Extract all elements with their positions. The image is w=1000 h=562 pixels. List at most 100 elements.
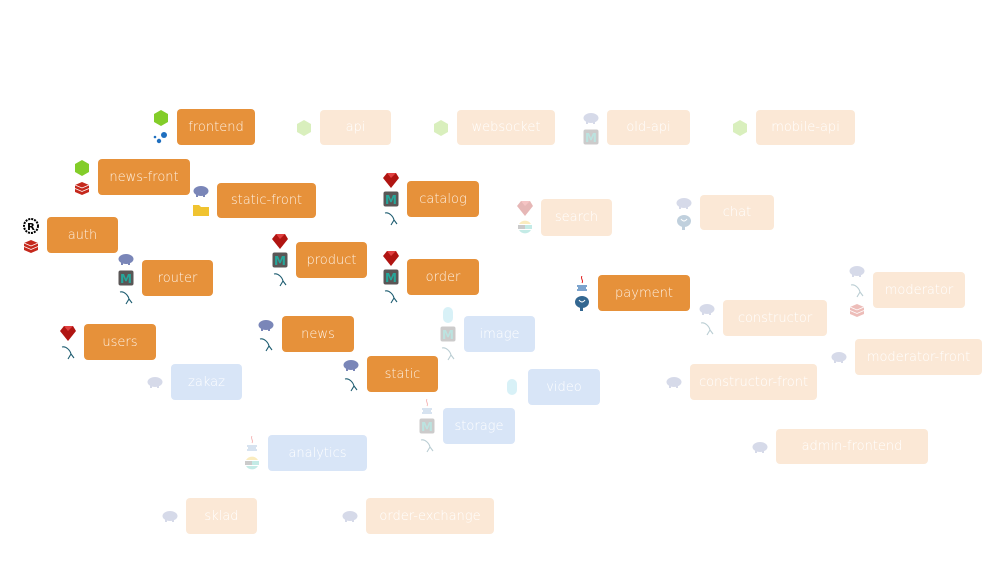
mysql-icon <box>343 376 359 392</box>
service-box[interactable]: frontend <box>177 109 255 145</box>
service-box[interactable]: sklad <box>186 498 257 534</box>
service-box[interactable]: auth <box>47 217 118 253</box>
service-box[interactable]: old-api <box>607 110 690 145</box>
mysql-icon <box>118 289 134 305</box>
service-box[interactable]: image <box>464 316 535 352</box>
mysql-icon <box>258 336 274 352</box>
service-box[interactable]: order <box>407 259 479 295</box>
tech-icons <box>732 119 748 136</box>
svg-text:M: M <box>421 420 433 434</box>
service-box[interactable]: news-front <box>98 159 190 195</box>
nodejs-icon <box>74 159 90 176</box>
tech-icons <box>574 275 590 311</box>
tech-icons <box>193 183 209 218</box>
java-icon <box>574 275 590 292</box>
php-icon <box>162 508 178 524</box>
elasticsearch-icon <box>517 219 533 235</box>
nodejs-icon <box>433 119 449 136</box>
tech-icons: M <box>583 110 599 145</box>
tech-icons <box>342 508 358 524</box>
service-box[interactable]: constructor <box>723 300 827 336</box>
go-icon <box>440 307 456 323</box>
service-box[interactable]: static-front <box>217 183 316 218</box>
tech-icons: M <box>383 250 399 304</box>
tech-icons: M <box>419 399 435 453</box>
postgresql-icon <box>676 214 692 230</box>
service-box[interactable]: moderator <box>873 272 965 308</box>
memcached-icon: M <box>440 326 456 342</box>
tech-icons <box>343 357 359 392</box>
service-box[interactable]: product <box>296 242 367 278</box>
php-icon <box>831 349 847 365</box>
postgresql-icon <box>574 295 590 311</box>
ruby-icon <box>517 200 533 216</box>
tech-icons <box>666 374 682 390</box>
memcached-icon: M <box>272 252 288 268</box>
service-box[interactable]: api <box>320 110 391 145</box>
php-icon <box>147 374 163 390</box>
memcached-icon: M <box>583 129 599 145</box>
service-box[interactable]: storage <box>443 408 515 444</box>
service-box[interactable]: websocket <box>457 110 555 145</box>
tech-icons <box>433 119 449 136</box>
tech-icons <box>699 301 715 336</box>
folder-icon <box>193 202 209 218</box>
tech-icons: M <box>118 251 134 305</box>
go-icon <box>504 379 520 395</box>
php-icon <box>258 317 274 333</box>
mysql-icon <box>272 271 288 287</box>
service-box[interactable]: static <box>367 356 438 392</box>
php-icon <box>699 301 715 317</box>
service-box[interactable]: router <box>142 260 213 296</box>
service-box[interactable]: catalog <box>407 181 479 217</box>
ruby-icon <box>272 233 288 249</box>
tech-icons <box>504 379 520 395</box>
ruby-icon <box>383 250 399 266</box>
php-icon <box>849 263 865 279</box>
php-icon <box>752 439 768 455</box>
svg-text:M: M <box>274 254 286 268</box>
tech-icons: M <box>272 233 288 287</box>
redis-icon <box>74 179 90 195</box>
service-box[interactable]: news <box>282 316 354 352</box>
elasticsearch-icon <box>244 455 260 471</box>
ruby-icon <box>383 172 399 188</box>
service-box[interactable]: order-exchange <box>366 498 494 534</box>
tech-icons <box>60 325 76 360</box>
php-icon <box>118 251 134 267</box>
service-box[interactable]: constructor-front <box>690 364 817 400</box>
service-box[interactable]: moderator-front <box>855 339 982 375</box>
mysql-icon <box>849 282 865 298</box>
service-box[interactable]: chat <box>700 195 774 230</box>
nodejs-icon <box>296 119 312 136</box>
mysql-icon <box>383 210 399 226</box>
mysql-icon <box>699 320 715 336</box>
tech-icons <box>244 435 260 471</box>
tech-icons <box>153 109 169 145</box>
php-icon <box>193 183 209 199</box>
service-box[interactable]: mobile-api <box>756 110 855 145</box>
service-box[interactable]: payment <box>598 275 690 311</box>
rust-icon: R <box>23 217 39 234</box>
svg-text:M: M <box>585 131 597 145</box>
php-icon <box>343 357 359 373</box>
mysql-icon <box>440 345 456 361</box>
memcached-icon: M <box>383 191 399 207</box>
service-box[interactable]: analytics <box>268 435 367 471</box>
service-box[interactable]: zakaz <box>171 364 242 400</box>
service-box[interactable]: video <box>528 369 600 405</box>
ruby-icon <box>60 325 76 341</box>
redis-icon <box>849 301 865 317</box>
tech-icons <box>258 317 274 352</box>
tech-icons: M <box>383 172 399 226</box>
service-box[interactable]: admin-frontend <box>776 429 928 464</box>
php-icon <box>342 508 358 524</box>
php-icon <box>676 195 692 211</box>
service-diagram: frontend api websocket Mold-api mobile-api ne… <box>0 0 1000 562</box>
service-box[interactable]: search <box>541 199 612 236</box>
service-box[interactable]: users <box>84 324 156 360</box>
tech-icons <box>517 200 533 235</box>
svg-text:R: R <box>27 222 35 233</box>
nodejs-icon <box>732 119 748 136</box>
svg-text:M: M <box>385 193 397 207</box>
